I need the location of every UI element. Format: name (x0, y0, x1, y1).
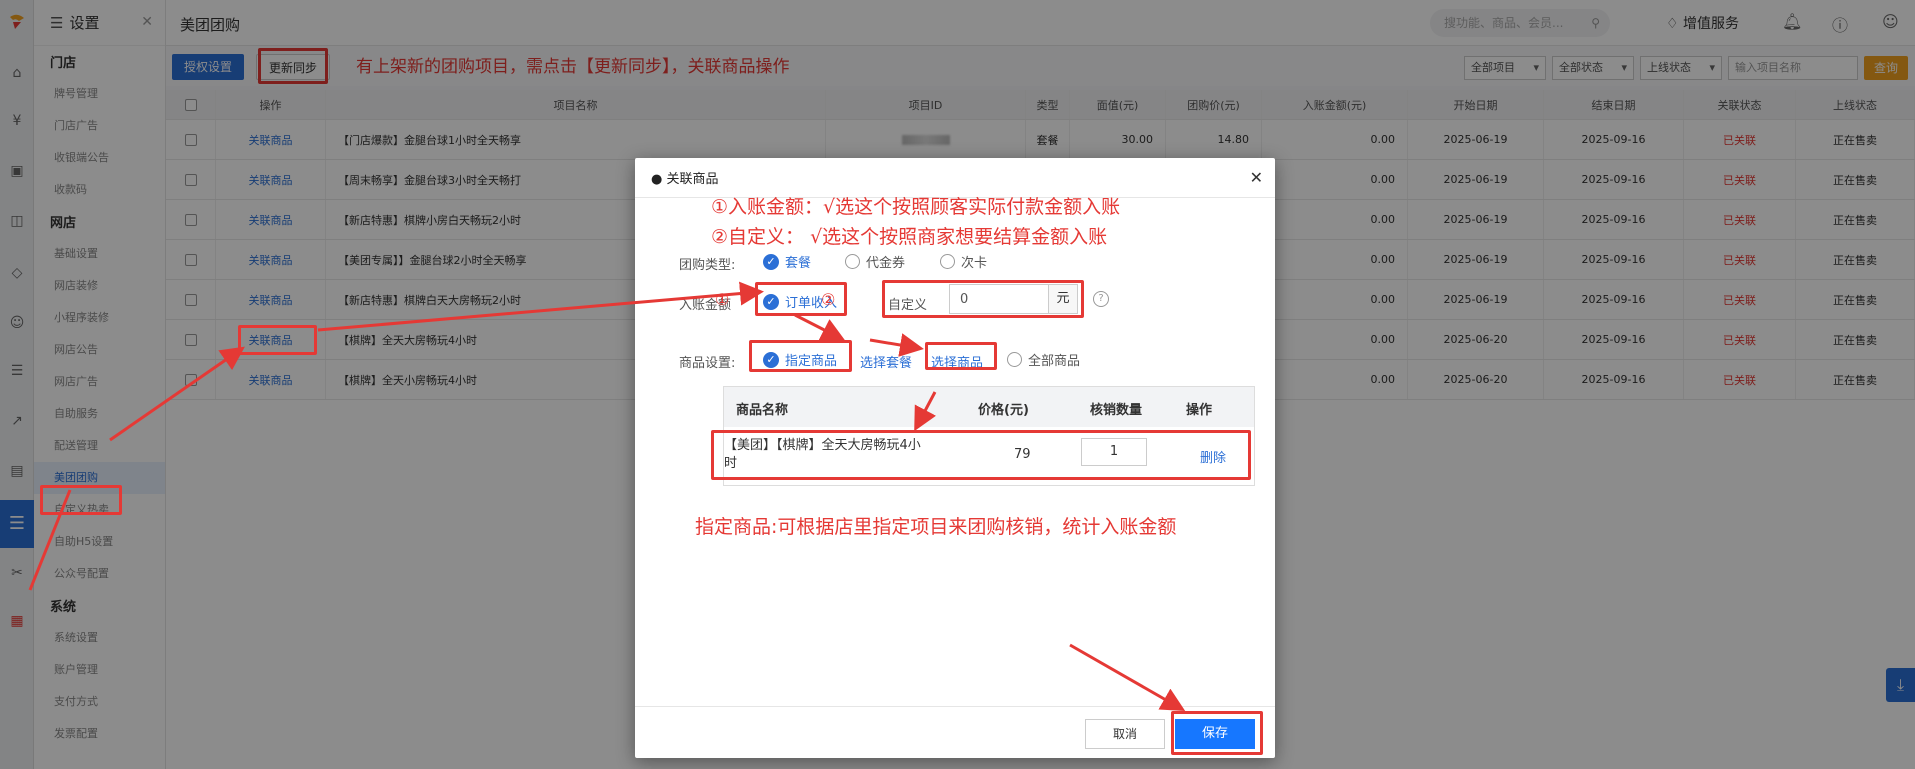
annotation-box-link-goods (238, 325, 317, 355)
arrow-order-to-specified (794, 313, 846, 341)
annotation-arrows (28, 281, 1186, 711)
arrow-link-to-order-income (317, 281, 764, 332)
arrow-specified-to-select (869, 333, 924, 357)
arrow-to-save (1069, 643, 1186, 711)
app-root: ⌂ ¥ ▣ ◫ ◇ ☺ ☰ ↗ ▤ ☰ ✂ ▦ ☰ 设置 ✕ 门店 牌号管理 门… (0, 0, 1915, 769)
arrow-sidebar-to-link (109, 346, 245, 442)
annotation-box-sidebar (40, 485, 122, 515)
arrow-select-to-row (914, 391, 937, 432)
